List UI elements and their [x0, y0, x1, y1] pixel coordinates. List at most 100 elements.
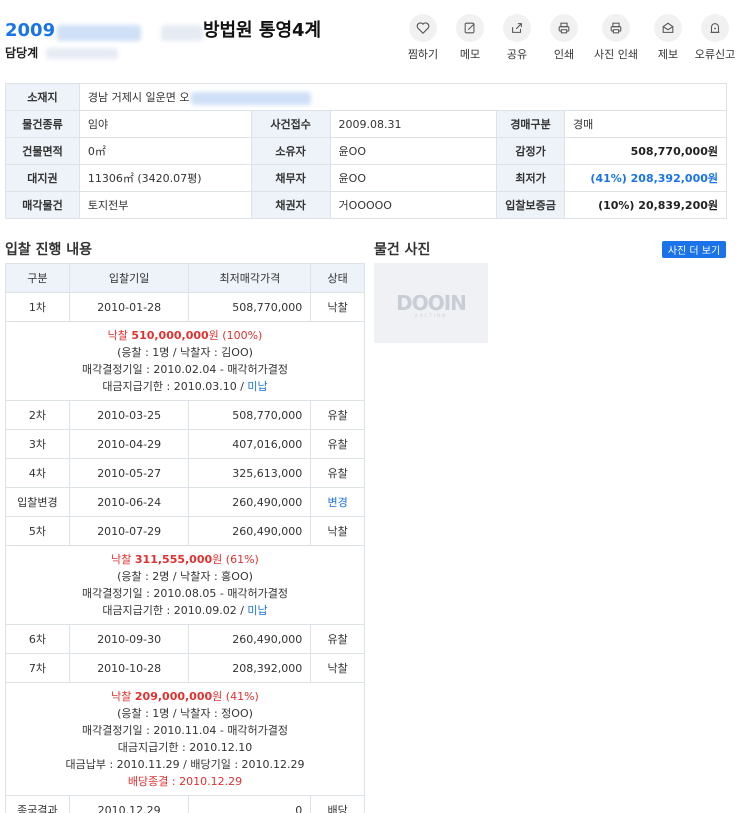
- land-right-value: 11306㎡ (3420.07평): [78, 164, 252, 192]
- debtor-label: 채무자: [250, 164, 331, 192]
- bid-price: 325,613,000: [188, 458, 312, 488]
- report-label: 제보: [657, 48, 679, 61]
- winning-bid-amount: 510,000,000: [131, 329, 209, 342]
- bid-round: 2차: [5, 400, 70, 430]
- bid-status: 배당: [310, 795, 365, 813]
- bid-status: 유찰: [310, 429, 365, 459]
- bid-date: 2010-07-29: [68, 516, 190, 546]
- more-photos-button[interactable]: 사진 더 보기: [662, 241, 726, 258]
- winning-bid-line: 낙찰 311,555,000원 (61%): [10, 551, 360, 568]
- error-report-label: 오류신고: [694, 48, 736, 61]
- page-title: 2009 방법원 통영4계: [5, 16, 321, 42]
- bid-row: 2차 2010-03-25 508,770,000 유찰: [5, 400, 365, 430]
- masked-court-prefix: [160, 24, 203, 41]
- payment-due: 대금지급기한 : 2010.09.02 /: [102, 604, 248, 617]
- bid-result-row: 낙찰 209,000,000원 (41%) (응찰 : 1명 / 낙찰자 : 정…: [5, 682, 365, 796]
- sale-object-label: 매각물건: [5, 191, 80, 219]
- debtor-value: 윤OO: [329, 164, 498, 192]
- winning-bid-amount: 311,555,000: [134, 553, 213, 566]
- bid-price: 260,490,000: [188, 624, 312, 654]
- court-name: 방법원 통영4계: [202, 20, 322, 41]
- share-icon: [503, 14, 531, 42]
- favorite-button[interactable]: 찜하기: [403, 14, 443, 62]
- bid-result-detail: 낙찰 510,000,000원 (100%) (응찰 : 1명 / 낙찰자 : …: [5, 321, 365, 401]
- info-row-location: 소재지 경남 거제시 일운면 오: [5, 83, 728, 111]
- photo-section-title: 물건 사진: [374, 242, 431, 258]
- bid-price: 208,392,000: [188, 653, 312, 683]
- bid-round: 3차: [5, 429, 70, 459]
- payment-status-link[interactable]: 미납: [247, 604, 267, 617]
- winning-bid-percent: (100%): [222, 329, 263, 342]
- bid-price: 260,490,000: [188, 487, 312, 517]
- bidder-info: (응찰 : 1명 / 낙찰자 : 정OO): [117, 707, 253, 720]
- bid-status: 유찰: [310, 400, 365, 430]
- bid-row: 4차 2010-05-27 325,613,000 유찰: [5, 458, 365, 488]
- header-status: 상태: [310, 263, 365, 293]
- land-right-label: 대지권: [5, 164, 80, 192]
- auction-type-label: 경매구분: [496, 110, 566, 138]
- bid-round: 입찰변경: [5, 487, 70, 517]
- property-photo-placeholder[interactable]: DOOIN AUCTION: [374, 263, 488, 343]
- bid-status: 유찰: [310, 624, 365, 654]
- header-round: 구분: [5, 263, 70, 293]
- sale-decision: 매각결정기일 : 2010.08.05 - 매각허가결정: [81, 587, 289, 600]
- print-button[interactable]: 인쇄: [544, 14, 584, 62]
- sale-decision: 매각결정기일 : 2010.02.04 - 매각허가결정: [81, 363, 289, 376]
- deposit-label: 입찰보증금: [496, 191, 566, 219]
- auction-type-value: 경매: [564, 110, 727, 138]
- winning-bid-prefix: 낙찰: [111, 553, 135, 566]
- bidder-info: (응찰 : 1명 / 낙찰자 : 김OO): [117, 346, 253, 359]
- bid-date: 2010-04-29: [68, 429, 190, 459]
- bid-result-detail: 낙찰 311,555,000원 (61%) (응찰 : 2명 / 낙찰자 : 홍…: [5, 545, 365, 625]
- winning-bid-amount: 209,000,000: [134, 690, 213, 703]
- bid-price: 0: [188, 795, 312, 813]
- owner-value: 윤OO: [329, 137, 498, 165]
- favorite-label: 찜하기: [407, 48, 439, 61]
- payment-due: 대금지급기한 : 2010.03.10 /: [102, 380, 248, 393]
- payment-dividend-dates: 대금납부 : 2010.11.29 / 배당기일 : 2010.12.29: [65, 758, 305, 771]
- department-row: 담당계: [5, 44, 119, 61]
- bid-row: 5차 2010-07-29 260,490,000 낙찰: [5, 516, 365, 546]
- report-button[interactable]: 제보: [648, 14, 688, 62]
- bid-price: 508,770,000: [188, 292, 312, 322]
- memo-icon: [456, 14, 484, 42]
- bid-section-title: 입찰 진행 내용: [5, 242, 93, 258]
- bid-round: 1차: [5, 292, 70, 322]
- min-price-label: 최저가: [496, 164, 566, 192]
- winning-bid-line: 낙찰 510,000,000원 (100%): [10, 327, 360, 344]
- share-button[interactable]: 공유: [497, 14, 537, 62]
- payment-due: 대금지급기한 : 2010.12.10: [117, 741, 253, 754]
- report-icon: [654, 14, 682, 42]
- memo-button[interactable]: 메모: [450, 14, 490, 62]
- winning-bid-line: 낙찰 209,000,000원 (41%): [10, 688, 360, 705]
- bid-price: 508,770,000: [188, 400, 312, 430]
- winning-bid-suffix: 원: [208, 329, 223, 342]
- bid-status-changed: 변경: [310, 487, 365, 517]
- photo-print-icon: [602, 14, 630, 42]
- bid-date: 2010-05-27: [68, 458, 190, 488]
- error-report-button[interactable]: 오류신고: [695, 14, 735, 62]
- bid-round: 6차: [5, 624, 70, 654]
- photo-print-button[interactable]: 사진 인쇄: [591, 14, 641, 62]
- dooin-logo-subtitle: AUCTION: [414, 313, 448, 318]
- bid-round: 종국결과: [5, 795, 70, 813]
- case-number: 2009: [5, 20, 56, 41]
- bid-row-final: 종국결과 2010.12.29 0 배당: [5, 795, 365, 813]
- creditor-label: 채권자: [250, 191, 331, 219]
- winning-bid-suffix: 원: [212, 690, 226, 703]
- sale-decision: 매각결정기일 : 2010.11.04 - 매각허가결정: [81, 724, 289, 737]
- masked-address: [191, 91, 312, 105]
- bid-date: 2010-09-30: [68, 624, 190, 654]
- bid-round: 4차: [5, 458, 70, 488]
- info-row-sale: 매각물건 토지전부 채권자 거OOOOO 입찰보증금 (10%) 20,839,…: [5, 191, 727, 219]
- bid-round: 5차: [5, 516, 70, 546]
- type-value: 임야: [78, 110, 252, 138]
- dividend-closed: 배당종결 : 2010.12.29: [127, 775, 243, 788]
- bid-price: 407,016,000: [188, 429, 312, 459]
- payment-status-link[interactable]: 미납: [247, 380, 267, 393]
- header-min-price: 최저매각가격: [188, 263, 312, 293]
- building-area-value: 0㎡: [78, 137, 252, 165]
- bid-row: 7차 2010-10-28 208,392,000 낙찰: [5, 653, 365, 683]
- bid-result-detail: 낙찰 209,000,000원 (41%) (응찰 : 1명 / 낙찰자 : 정…: [5, 682, 365, 796]
- bid-date: 2010-10-28: [68, 653, 190, 683]
